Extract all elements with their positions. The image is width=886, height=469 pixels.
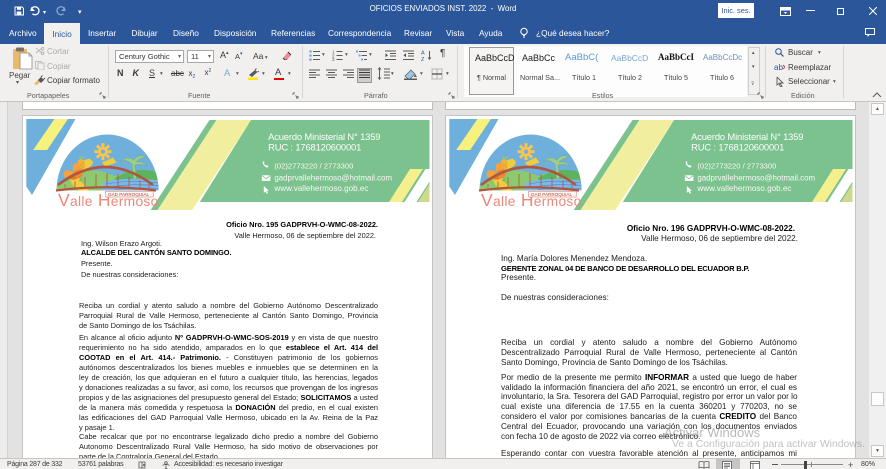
svg-text:GAD PARROQUIAL: GAD PARROQUIAL (108, 192, 149, 197)
svg-text:RUC : 1768120600001: RUC : 1768120600001 (268, 141, 361, 152)
svg-text:Z: Z (421, 57, 425, 61)
svg-text:gadprvallehermoso@hotmail.com: gadprvallehermoso@hotmail.com (274, 174, 392, 183)
svg-text:3: 3 (332, 57, 335, 61)
svg-text:ab: ab (774, 63, 783, 72)
svg-text:A: A (421, 51, 425, 57)
svg-text:www.vallehermoso.gob.ec: www.vallehermoso.gob.ec (273, 184, 368, 193)
svg-text:(02)2773220 / 2773300: (02)2773220 / 2773300 (274, 161, 353, 170)
